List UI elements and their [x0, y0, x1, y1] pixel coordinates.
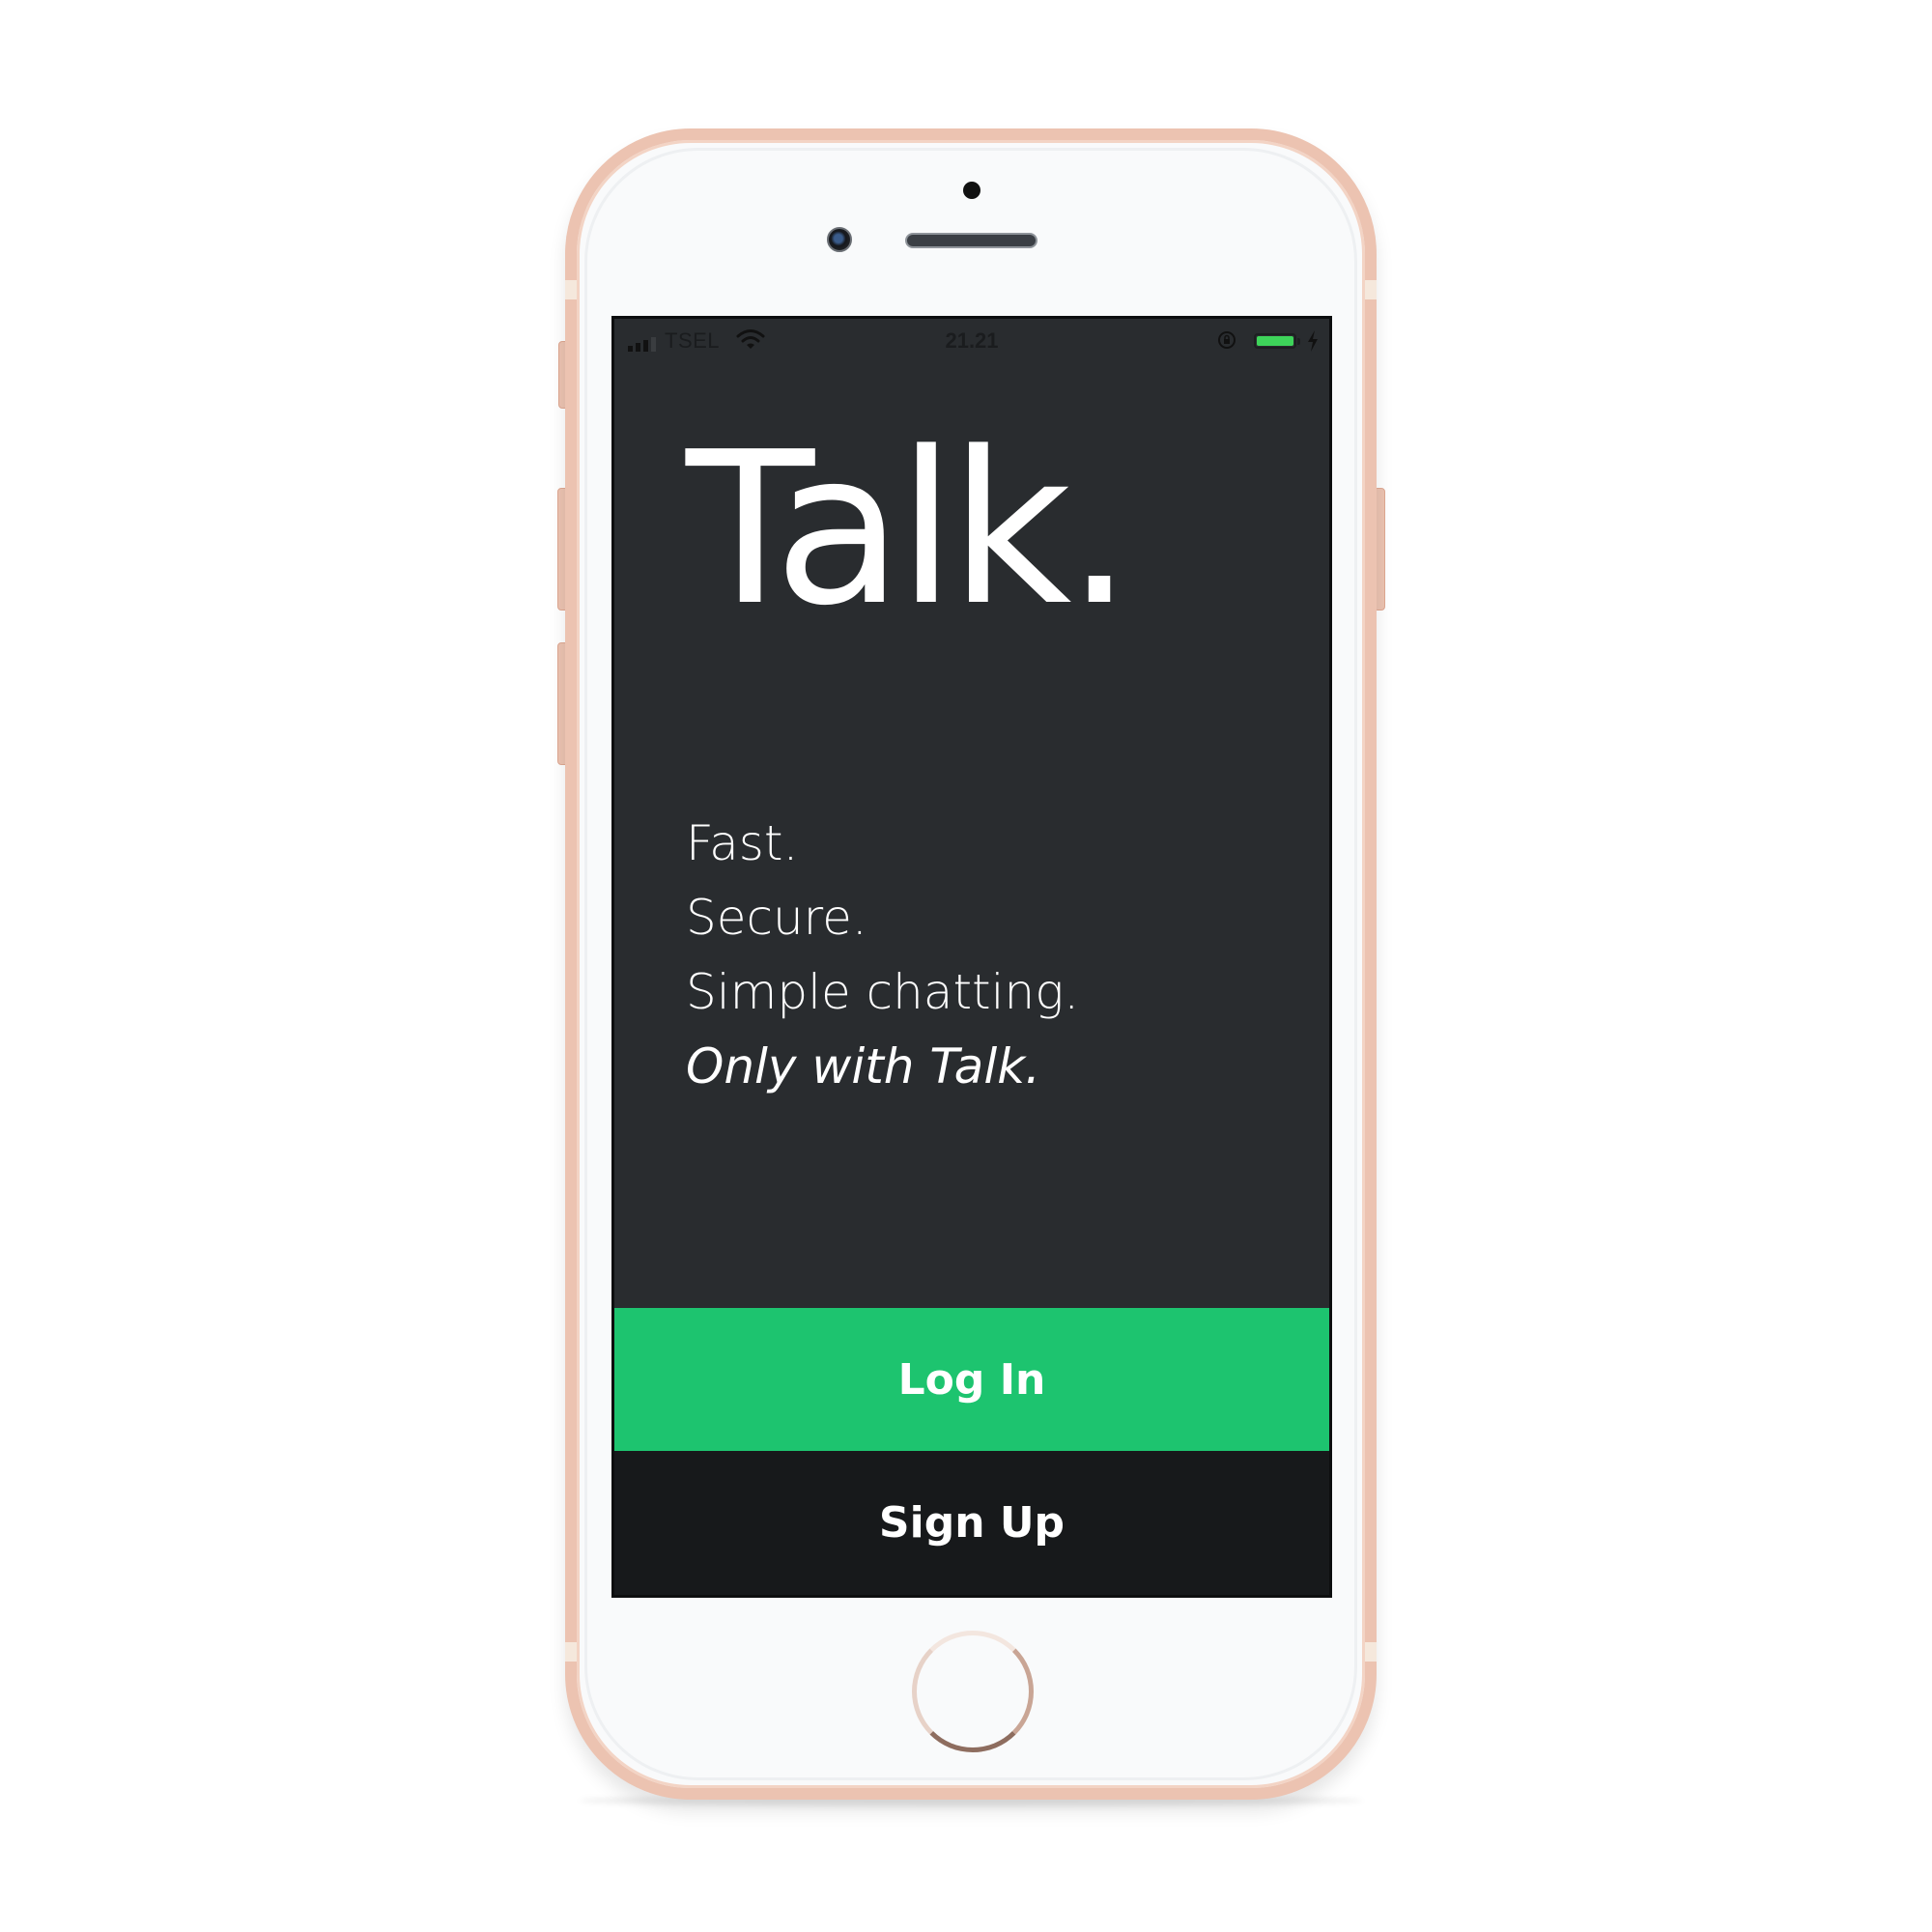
signup-button[interactable]: Sign Up [614, 1451, 1329, 1595]
tagline-only-with-talk: Only with Talk. [686, 1038, 1041, 1094]
login-button[interactable]: Log In [614, 1308, 1329, 1451]
antenna-line [1365, 280, 1377, 299]
battery-level [1257, 336, 1293, 346]
app-title: Talk. [686, 408, 1133, 652]
tagline-secure: Secure. [686, 890, 867, 946]
antenna-line [565, 1642, 577, 1662]
charging-bolt-icon [1308, 330, 1318, 352]
battery-icon [1254, 333, 1296, 349]
antenna-line [1365, 1642, 1377, 1662]
tagline-fast: Fast. [686, 815, 799, 871]
battery-cap [1297, 338, 1300, 345]
status-bar: TSEL 21.21 [614, 319, 1329, 357]
tagline-simple: Simple chatting. [686, 964, 1080, 1020]
rotation-lock-icon [1218, 331, 1236, 349]
home-button[interactable] [912, 1631, 1034, 1752]
tagline-block: Fast. Secure. Simple chatting. Only with… [686, 807, 1079, 1104]
proximity-sensor [963, 182, 980, 199]
antenna-line [565, 280, 577, 299]
earpiece-speaker [905, 233, 1037, 248]
app-screen: TSEL 21.21 Talk. Fast. Secure. Simple ch… [611, 316, 1332, 1598]
front-camera [827, 227, 852, 252]
stage: TSEL 21.21 Talk. Fast. Secure. Simple ch… [0, 0, 1932, 1932]
